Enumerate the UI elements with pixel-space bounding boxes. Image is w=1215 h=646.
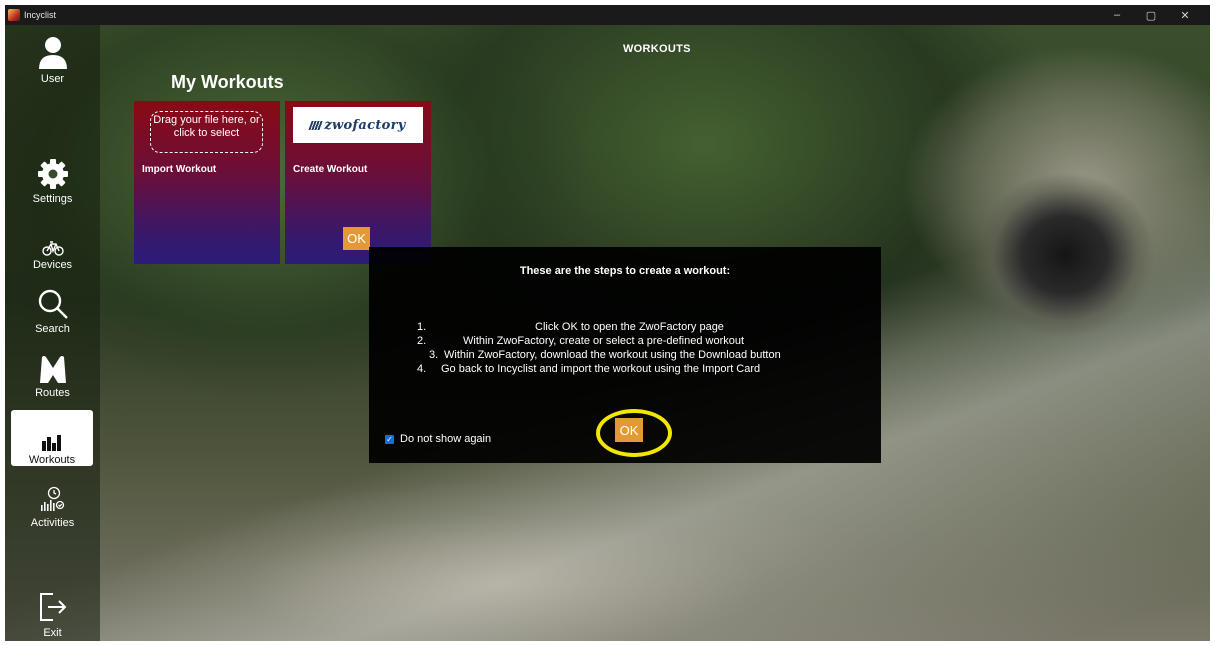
zwofactory-logo: zwofactory — [293, 107, 423, 143]
sidebar-item-label: Activities — [30, 517, 75, 529]
step-item: 2. Within ZwoFactory, create or select a… — [369, 334, 881, 348]
maximize-button[interactable]: ▢ — [1134, 9, 1168, 22]
sidebar-item-activities[interactable]: Activities — [5, 473, 100, 529]
sidebar-item-label: Devices — [32, 259, 73, 271]
card-label: Import Workout — [142, 164, 217, 175]
sidebar-item-routes[interactable]: Routes — [5, 343, 100, 399]
step-number: 2. — [417, 335, 427, 347]
search-icon — [37, 288, 69, 320]
sidebar-item-workouts[interactable]: Workouts — [11, 410, 93, 466]
step-item: 3. Within ZwoFactory, download the worko… — [369, 348, 881, 362]
sidebar-item-search[interactable]: Search — [5, 279, 100, 335]
dialog-ok-button[interactable]: OK — [615, 418, 643, 442]
step-item: 4. Go back to Incyclist and import the w… — [369, 362, 881, 376]
main-content: User Settings Devices Search Routes Work… — [5, 25, 1210, 641]
activities-icon — [38, 486, 68, 514]
title-bar: Incyclist – ▢ ✕ — [5, 5, 1210, 25]
card-ok-button[interactable]: OK — [343, 227, 370, 250]
step-text: Go back to Incyclist and import the work… — [441, 363, 761, 375]
step-text: Within ZwoFactory, download the workout … — [444, 349, 781, 361]
sidebar-item-label: Exit — [43, 627, 62, 639]
app-logo-icon — [8, 9, 20, 21]
do-not-show-again[interactable]: ✓ Do not show again — [385, 433, 491, 445]
zwofactory-logo-text: zwofactory — [324, 117, 406, 133]
window-controls: – ▢ ✕ — [1100, 5, 1202, 25]
create-workout-card[interactable]: zwofactory Create Workout OK — [285, 101, 431, 264]
gear-icon — [37, 158, 69, 190]
step-number: 3. — [429, 349, 439, 361]
sidebar-item-settings[interactable]: Settings — [5, 149, 100, 205]
sidebar-item-devices[interactable]: Devices — [5, 215, 100, 271]
workouts-icon — [41, 435, 63, 451]
user-icon — [38, 36, 68, 70]
sidebar-item-label: User — [40, 73, 65, 85]
window-title: Incyclist — [24, 10, 57, 20]
minimize-button[interactable]: – — [1100, 9, 1134, 21]
import-workout-card[interactable]: Drag your file here, or click to select … — [134, 101, 280, 264]
sidebar-item-user[interactable]: User — [5, 29, 100, 85]
bicycle-icon — [41, 240, 64, 256]
sidebar-item-exit[interactable]: Exit — [5, 583, 100, 639]
sidebar: User Settings Devices Search Routes Work… — [5, 25, 100, 641]
app-window: Incyclist – ▢ ✕ User Settings Devices Se… — [5, 5, 1210, 641]
file-dropzone[interactable]: Drag your file here, or click to select — [150, 111, 263, 153]
step-item: 1. Click OK to open the ZwoFactory page — [369, 320, 881, 334]
instructions-dialog: These are the steps to create a workout:… — [369, 247, 881, 463]
step-text: Within ZwoFactory, create or select a pr… — [463, 335, 745, 347]
step-number: 1. — [417, 321, 427, 333]
section-title: My Workouts — [171, 72, 284, 92]
routes-icon — [38, 354, 68, 384]
close-button[interactable]: ✕ — [1168, 9, 1202, 22]
step-text: Click OK to open the ZwoFactory page — [535, 321, 724, 333]
exit-icon — [38, 590, 68, 624]
sidebar-item-label: Routes — [35, 387, 70, 399]
sidebar-item-label: Settings — [32, 193, 73, 205]
checkbox-label: Do not show again — [400, 433, 492, 445]
step-number: 4. — [417, 363, 427, 375]
sidebar-item-label: Workouts — [28, 454, 76, 466]
dialog-heading: These are the steps to create a workout: — [519, 265, 731, 277]
zwofactory-mark-icon — [308, 120, 324, 130]
sidebar-item-label: Search — [35, 323, 70, 335]
do-not-show-checkbox[interactable]: ✓ — [385, 434, 394, 444]
steps-list: 1. Click OK to open the ZwoFactory page … — [369, 320, 881, 376]
page-title: WORKOUTS — [623, 43, 691, 55]
card-label: Create Workout — [293, 164, 368, 175]
